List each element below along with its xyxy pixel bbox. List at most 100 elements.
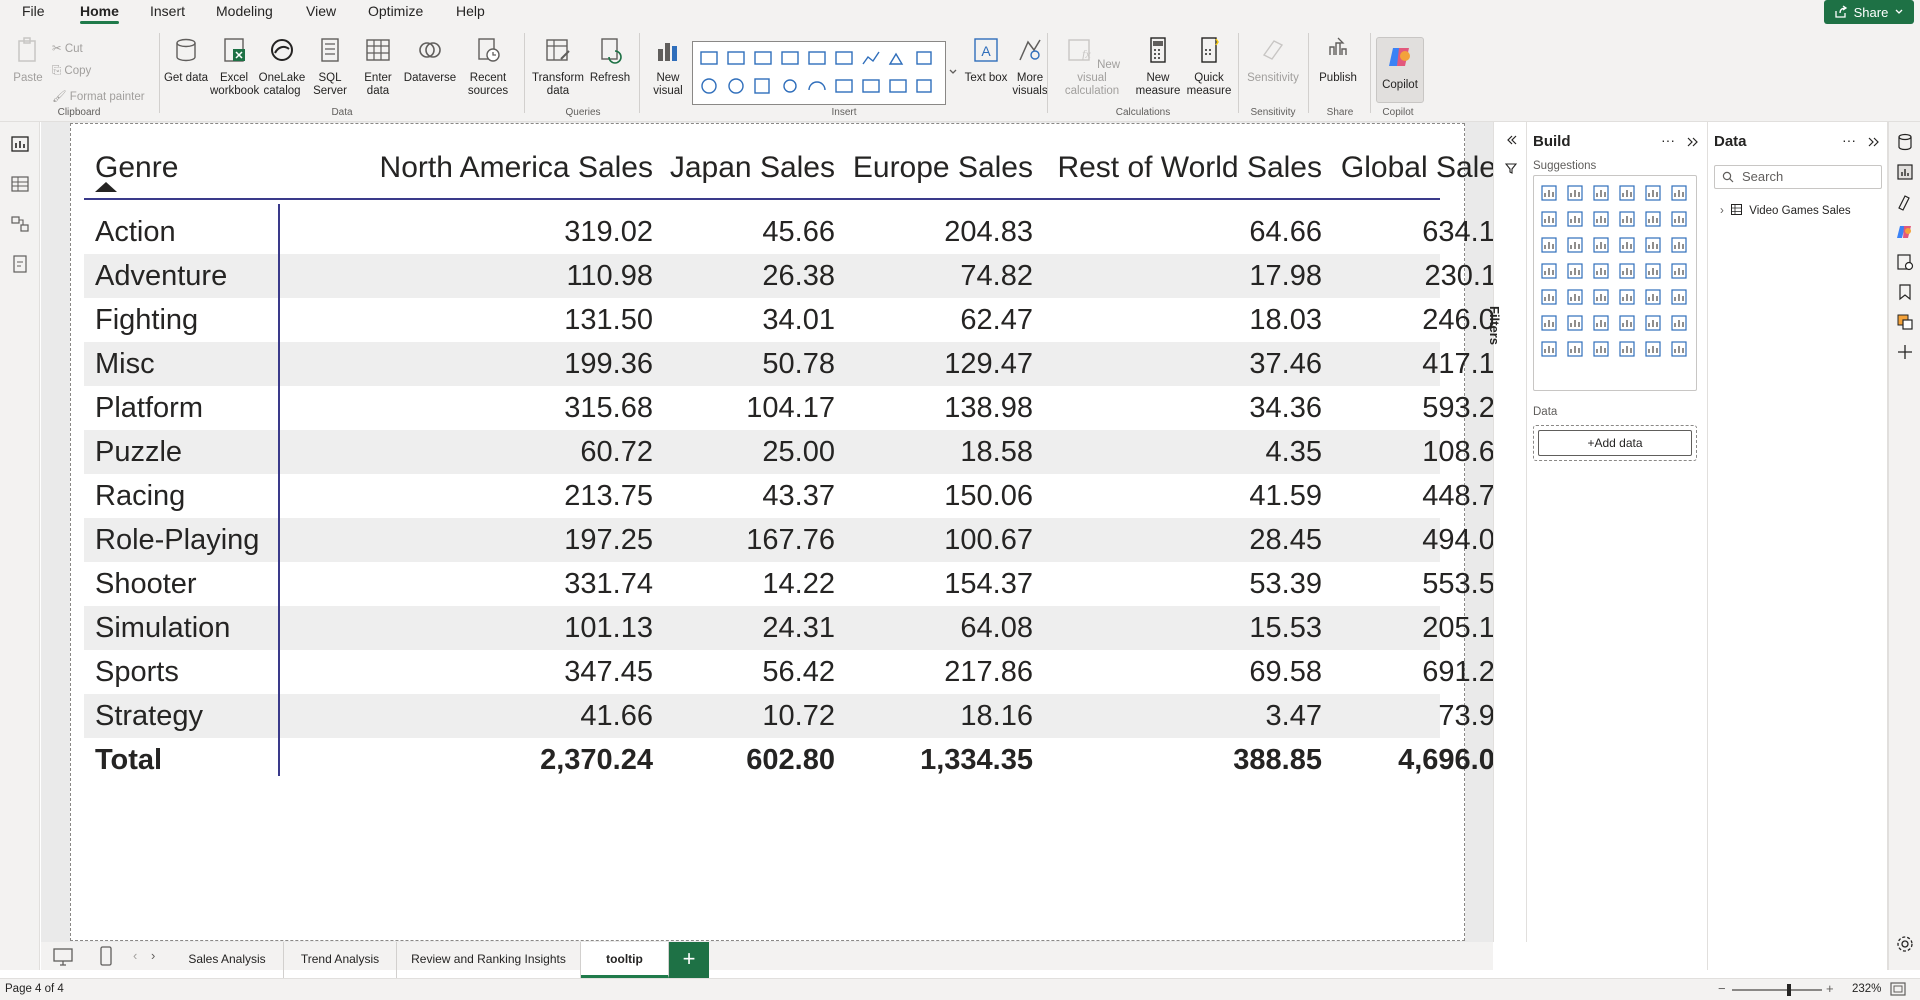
sales-value-cell[interactable]: 60.72: [284, 430, 653, 474]
text-box-button[interactable]: A Text box: [962, 35, 1010, 85]
more-options-icon[interactable]: ···: [1842, 132, 1856, 148]
add-data-button[interactable]: +Add data: [1538, 430, 1692, 456]
total-value-cell[interactable]: 388.85: [1033, 738, 1322, 782]
paginated-icon[interactable]: [1540, 340, 1558, 358]
sales-value-cell[interactable]: 28.45: [1033, 518, 1322, 562]
genre-cell[interactable]: Fighting: [95, 298, 198, 342]
genre-cell[interactable]: Puzzle: [95, 430, 182, 474]
collapse-data-pane-icon[interactable]: [1868, 136, 1880, 148]
table-row[interactable]: Fighting 131.50 34.01 62.47 18.03 246.00: [84, 298, 1511, 342]
sales-value-cell[interactable]: 230.11: [1322, 254, 1511, 298]
page-tab-review-ranking[interactable]: Review and Ranking Insights: [397, 942, 581, 978]
genre-cell[interactable]: Racing: [95, 474, 185, 518]
excel-workbook-button[interactable]: Excel workbook: [210, 35, 259, 98]
sales-value-cell[interactable]: 197.25: [284, 518, 653, 562]
sales-value-cell[interactable]: 101.13: [284, 606, 653, 650]
sales-value-cell[interactable]: 100.67: [835, 518, 1033, 562]
collapse-build-pane-icon[interactable]: [1687, 136, 1699, 148]
waterfall-icon[interactable]: [1566, 236, 1584, 254]
sales-value-cell[interactable]: 593.28: [1322, 386, 1511, 430]
menu-tab-optimize[interactable]: Optimize: [368, 3, 423, 19]
table-view-icon[interactable]: [10, 174, 30, 194]
data-pane-icon[interactable]: [1895, 132, 1915, 152]
power-apps-icon[interactable]: [1566, 340, 1584, 358]
genre-cell[interactable]: Sports: [95, 650, 179, 694]
sales-value-cell[interactable]: 18.58: [835, 430, 1033, 474]
sales-value-cell[interactable]: 204.83: [835, 210, 1033, 254]
genre-cell[interactable]: Action: [95, 210, 176, 254]
new-visual-calculation-button[interactable]: fx New visual calculation: [1052, 35, 1132, 98]
gauge-icon[interactable]: [1644, 262, 1662, 280]
line-icon[interactable]: [1540, 210, 1558, 228]
sales-value-cell[interactable]: 246.00: [1322, 298, 1511, 342]
total-value-cell[interactable]: 602.80: [653, 738, 835, 782]
performance-analyzer-icon[interactable]: [1895, 252, 1915, 272]
line-clustered-icon[interactable]: [1670, 210, 1688, 228]
sales-value-cell[interactable]: 167.76: [653, 518, 835, 562]
settings-gear-icon[interactable]: [1895, 934, 1915, 954]
model-view-icon[interactable]: [10, 214, 30, 234]
share-button[interactable]: Share: [1824, 0, 1914, 24]
page-tab-trend-analysis[interactable]: Trend Analysis: [284, 942, 397, 978]
dataset-tree-item[interactable]: › Video Games Sales: [1720, 204, 1851, 217]
genre-cell[interactable]: Role-Playing: [95, 518, 259, 562]
fit-to-page-icon[interactable]: [1890, 982, 1906, 996]
genre-cell[interactable]: Platform: [95, 386, 203, 430]
map-icon[interactable]: [1566, 262, 1584, 280]
data-search-input[interactable]: Search: [1714, 165, 1882, 189]
bookmark-icon[interactable]: [1895, 282, 1915, 302]
sales-value-cell[interactable]: 26.38: [653, 254, 835, 298]
sales-value-cell[interactable]: 110.98: [284, 254, 653, 298]
recent-sources-button[interactable]: Recent sources: [460, 35, 516, 98]
table-row[interactable]: Racing 213.75 43.37 150.06 41.59 448.74: [84, 474, 1511, 518]
sales-value-cell[interactable]: 104.17: [653, 386, 835, 430]
sales-value-cell[interactable]: 553.58: [1322, 562, 1511, 606]
arcgis-icon[interactable]: [1644, 340, 1662, 358]
sales-value-cell[interactable]: 18.16: [835, 694, 1033, 738]
total-value-cell[interactable]: 2,370.24: [284, 738, 653, 782]
transform-data-button[interactable]: Transform data: [530, 35, 586, 98]
table-row[interactable]: Sports 347.45 56.42 217.86 69.58 691.21: [84, 650, 1511, 694]
clustered-bar-icon[interactable]: [1592, 184, 1610, 202]
sales-value-cell[interactable]: 17.98: [1033, 254, 1322, 298]
funnel-icon[interactable]: [1592, 236, 1610, 254]
sales-value-cell[interactable]: 41.66: [284, 694, 653, 738]
sales-value-cell[interactable]: 74.82: [835, 254, 1033, 298]
sales-value-cell[interactable]: 15.53: [1033, 606, 1322, 650]
area-icon[interactable]: [1566, 210, 1584, 228]
copilot-button[interactable]: Copilot: [1376, 37, 1424, 103]
genre-cell[interactable]: Strategy: [95, 694, 203, 738]
menu-tab-modeling[interactable]: Modeling: [216, 3, 273, 19]
sales-value-cell[interactable]: 50.78: [653, 342, 835, 386]
genre-cell[interactable]: Adventure: [95, 254, 227, 298]
sales-value-cell[interactable]: 73.97: [1322, 694, 1511, 738]
build-pane-icon[interactable]: [1895, 162, 1915, 182]
header-rest-of-world-sales[interactable]: Rest of World Sales: [1033, 144, 1322, 192]
python-visual-icon[interactable]: [1540, 314, 1558, 332]
decomposition-tree-icon[interactable]: [1592, 314, 1610, 332]
menu-tab-home[interactable]: Home: [80, 3, 119, 24]
zoom-slider-thumb[interactable]: [1787, 984, 1791, 996]
get-data-button[interactable]: Get data: [162, 35, 210, 85]
table-row[interactable]: Action 319.02 45.66 204.83 64.66 634.13: [84, 210, 1511, 254]
sales-value-cell[interactable]: 37.46: [1033, 342, 1322, 386]
sort-ascending-icon[interactable]: [95, 182, 117, 192]
ribbon-icon[interactable]: [1540, 236, 1558, 254]
add-page-button[interactable]: +: [669, 942, 709, 978]
pie-icon[interactable]: [1644, 236, 1662, 254]
add-pane-icon[interactable]: [1895, 342, 1915, 362]
page-tab-sales-analysis[interactable]: Sales Analysis: [171, 942, 284, 978]
sales-value-cell[interactable]: 41.59: [1033, 474, 1322, 518]
sales-value-cell[interactable]: 138.98: [835, 386, 1033, 430]
refresh-button[interactable]: Refresh: [586, 35, 634, 85]
sales-value-cell[interactable]: 25.00: [653, 430, 835, 474]
clustered-column-icon[interactable]: [1618, 184, 1636, 202]
100-column-icon[interactable]: [1670, 184, 1688, 202]
sales-value-cell[interactable]: 129.47: [835, 342, 1033, 386]
sales-value-cell[interactable]: 315.68: [284, 386, 653, 430]
quick-measure-button[interactable]: Quick measure: [1182, 35, 1236, 98]
enter-data-button[interactable]: Enter data: [354, 35, 402, 98]
sales-value-cell[interactable]: 4.35: [1033, 430, 1322, 474]
sales-value-cell[interactable]: 691.21: [1322, 650, 1511, 694]
sales-value-cell[interactable]: 205.14: [1322, 606, 1511, 650]
